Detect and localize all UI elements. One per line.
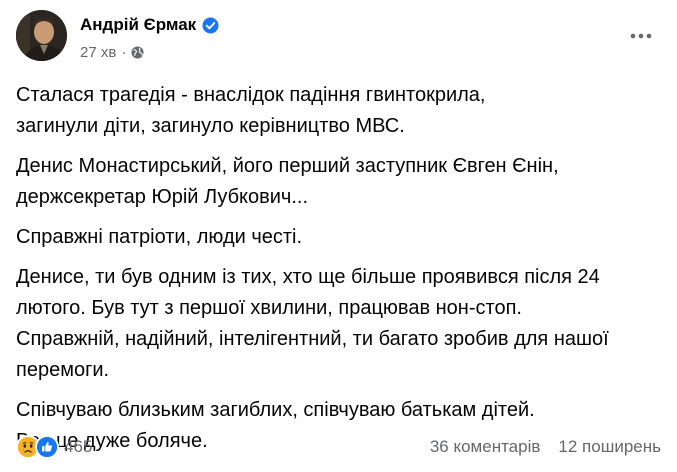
author-avatar[interactable] — [16, 10, 67, 61]
meta-separator: · — [121, 43, 127, 61]
verified-badge-icon — [202, 17, 219, 34]
comments-count-link[interactable]: 36 коментарів — [430, 437, 541, 457]
like-icon — [35, 435, 59, 459]
post-meta: 27 хв · — [80, 43, 144, 61]
shares-count-link[interactable]: 12 поширень — [558, 437, 661, 457]
globe-icon[interactable] — [131, 46, 144, 59]
post-paragraph: Справжні патріоти, люди честі. — [16, 226, 303, 248]
post-paragraph: Денисе, ти був одним із тих, хто ще біль… — [16, 266, 609, 381]
post-text: Сталася трагедія - внаслідок падіння гви… — [16, 80, 656, 466]
reactions-summary[interactable]: 465 — [16, 435, 92, 459]
post-paragraph: Денис Монастирський, його перший заступн… — [16, 155, 559, 208]
post-footer: 465 36 коментарів 12 поширень — [16, 433, 661, 461]
reaction-count: 465 — [64, 437, 93, 456]
more-options-button[interactable] — [623, 24, 659, 48]
post-paragraph: Сталася трагедія - внаслідок падіння гви… — [16, 84, 486, 137]
post-timestamp[interactable]: 27 хв — [80, 44, 116, 61]
facebook-post: Андрій Єрмак 27 хв · Сталася трагедія - … — [0, 0, 677, 472]
author-name[interactable]: Андрій Єрмак — [80, 15, 196, 35]
author-line: Андрій Єрмак — [80, 14, 219, 36]
more-dots-icon — [630, 33, 652, 39]
